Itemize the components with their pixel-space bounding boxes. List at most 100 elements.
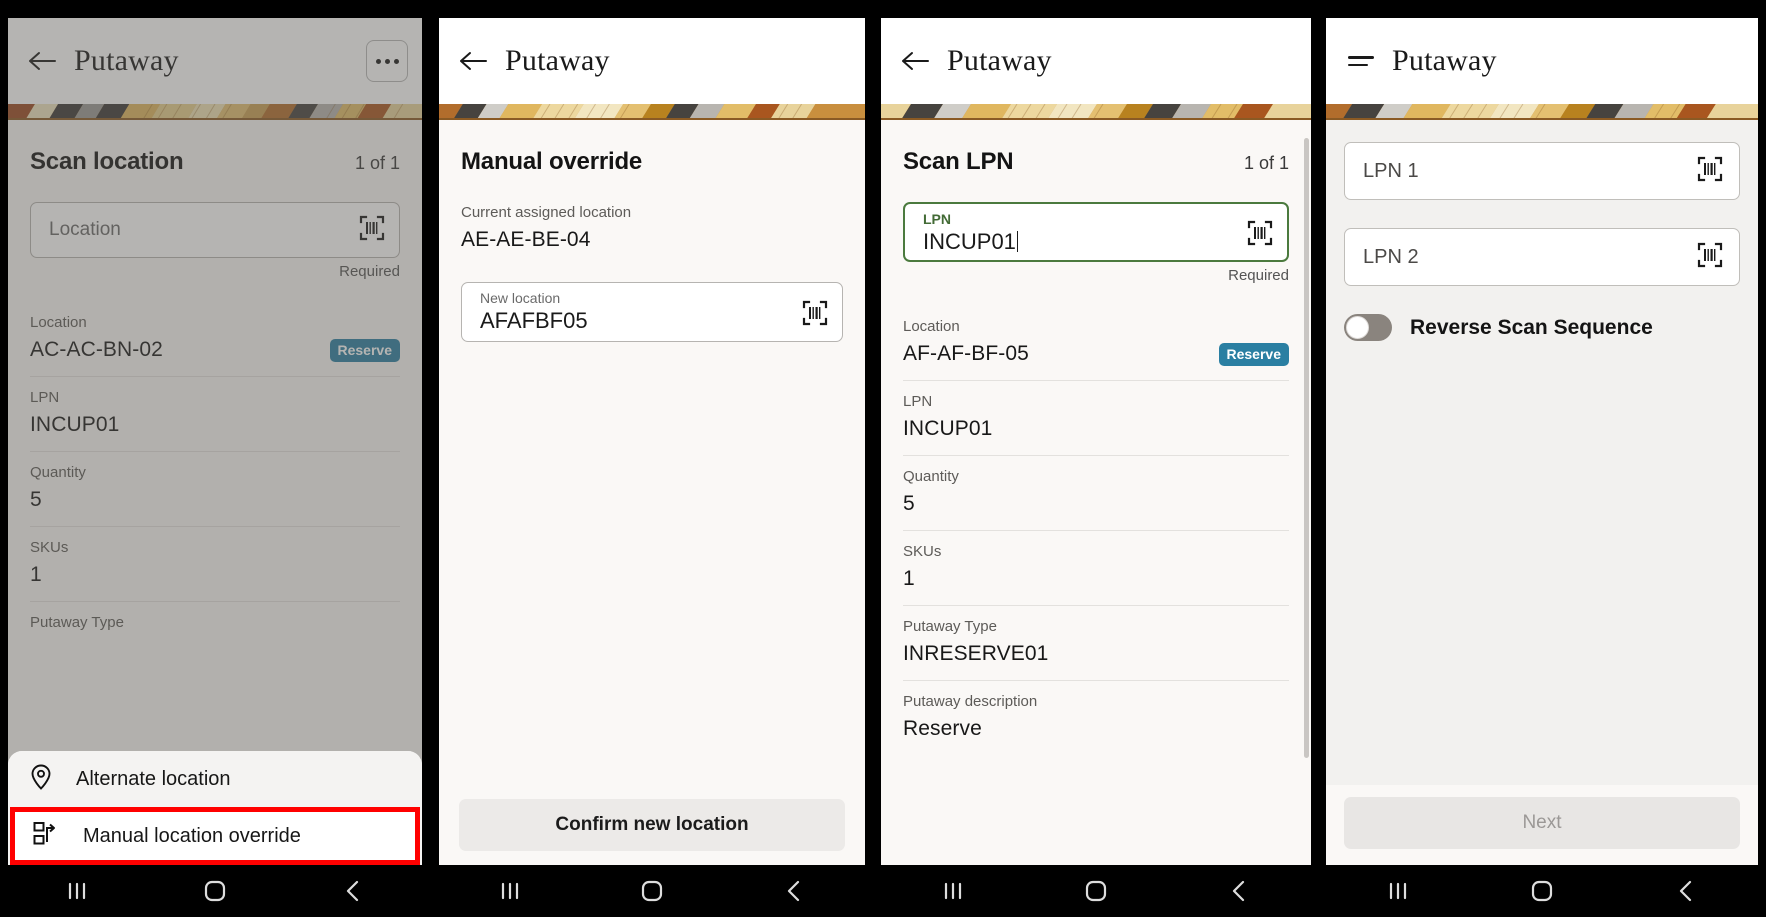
kebab-dot	[384, 58, 390, 64]
screen-override-icon	[33, 821, 59, 852]
status-badge: Reserve	[1218, 343, 1289, 366]
recents-icon[interactable]	[480, 865, 540, 917]
android-navbar	[8, 865, 422, 917]
sheet-item-manual-location-override[interactable]: Manual location override	[10, 807, 420, 865]
detail-row: SKUs 1	[30, 527, 400, 602]
phone-panel-3: Putaway Scan LPN 1 of 1 LPN INCUP01 Requ…	[874, 0, 1318, 917]
detail-label: Quantity	[903, 468, 959, 485]
barcode-scan-icon[interactable]	[1697, 242, 1723, 273]
home-icon[interactable]	[1066, 865, 1126, 917]
phone-panel-2: Putaway Manual override Current assigned…	[430, 0, 874, 917]
new-location-input-field[interactable]: New location AFAFBF05	[461, 282, 843, 342]
detail-label: SKUs	[30, 539, 69, 556]
vertical-scrollbar[interactable]	[1304, 138, 1309, 758]
overflow-menu-button[interactable]	[366, 40, 408, 82]
sheet-item-label: Manual location override	[83, 824, 301, 847]
panel1-count: 1 of 1	[354, 153, 400, 173]
android-navbar	[881, 865, 1311, 917]
barcode-scan-icon[interactable]	[802, 300, 828, 331]
home-icon[interactable]	[185, 865, 245, 917]
lpn-input-field[interactable]: LPN INCUP01	[903, 202, 1289, 262]
panel2-header-row: Manual override	[461, 120, 843, 176]
detail-value: INCUP01	[903, 417, 993, 440]
home-icon[interactable]	[1512, 865, 1572, 917]
new-location-input-value: AFAFBF05	[480, 308, 588, 333]
location-required-hint: Required	[339, 263, 400, 280]
decorative-banner	[8, 104, 422, 120]
lpn-input-body: LPN INCUP01	[923, 211, 1237, 255]
map-pin-icon	[30, 764, 52, 795]
panel3-title: Putaway	[947, 44, 1052, 77]
back-arrow-icon[interactable]	[26, 46, 60, 76]
android-navbar	[439, 865, 865, 917]
current-location-label: Current assigned location	[461, 204, 632, 221]
panel2-content: Manual override Current assigned locatio…	[439, 120, 865, 865]
panel4-title: Putaway	[1392, 44, 1497, 77]
lpn-input-label: LPN	[923, 211, 951, 227]
barcode-scan-icon[interactable]	[1697, 156, 1723, 187]
lpn-1-input-field[interactable]: LPN 1	[1344, 142, 1740, 200]
chevron-left-icon[interactable]	[764, 865, 824, 917]
hamburger-menu-icon[interactable]	[1344, 46, 1378, 76]
detail-label: SKUs	[903, 543, 942, 560]
lpn-2-input-label: LPN 2	[1363, 245, 1419, 268]
detail-row: Quantity 5	[903, 456, 1289, 531]
detail-label: Quantity	[30, 464, 86, 481]
back-arrow-icon[interactable]	[899, 46, 933, 76]
panel1-heading: Scan location	[30, 148, 184, 175]
detail-value: INRESERVE01	[903, 642, 1049, 665]
chevron-left-icon[interactable]	[323, 865, 383, 917]
panel3-heading: Scan LPN	[903, 148, 1014, 175]
toggle-knob	[1346, 316, 1369, 339]
decorative-banner	[881, 104, 1311, 120]
panel4-content: LPN 1 LPN 2 Reverse Scan Sequence	[1326, 120, 1758, 865]
home-icon[interactable]	[622, 865, 682, 917]
sheet-item-alternate-location[interactable]: Alternate location	[8, 751, 422, 808]
panel3-detail-list: Location AF-AF-BF-05 Reserve LPN INCUP01…	[903, 306, 1289, 755]
back-arrow-icon[interactable]	[457, 46, 491, 76]
new-location-input-body: New location AFAFBF05	[480, 290, 792, 334]
current-assigned-location-block: Current assigned location AE-AE-BE-04	[461, 204, 843, 252]
lpn-required-hint: Required	[1228, 267, 1289, 284]
next-button[interactable]: Next	[1344, 797, 1740, 849]
lpn-2-input-field[interactable]: LPN 2	[1344, 228, 1740, 286]
detail-row: Putaway description Reserve	[903, 681, 1289, 755]
detail-value: 5	[30, 488, 42, 511]
panel3-screen: Putaway Scan LPN 1 of 1 LPN INCUP01 Requ…	[881, 18, 1311, 917]
location-input-field[interactable]: Location	[30, 202, 400, 258]
location-input-label: Location	[49, 219, 121, 240]
lpn-input-text: INCUP01	[923, 229, 1016, 254]
detail-value: 1	[30, 563, 42, 586]
text-caret	[1016, 231, 1018, 252]
detail-label: Location	[903, 318, 960, 335]
detail-value: Reserve	[903, 717, 982, 740]
panel2-button-bar: Confirm new location	[439, 787, 865, 865]
recents-icon[interactable]	[1368, 865, 1428, 917]
detail-value: 1	[903, 567, 915, 590]
panel4-appbar: Putaway	[1326, 18, 1758, 104]
panel3-count: 1 of 1	[1243, 153, 1289, 173]
reverse-scan-sequence-row[interactable]: Reverse Scan Sequence	[1344, 314, 1740, 341]
recents-icon[interactable]	[47, 865, 107, 917]
panel4-screen: Putaway LPN 1 LPN 2 Reverse Scan Sequenc…	[1326, 18, 1758, 917]
detail-label: LPN	[903, 393, 933, 410]
detail-row: SKUs 1	[903, 531, 1289, 606]
recents-icon[interactable]	[923, 865, 983, 917]
chevron-left-icon[interactable]	[1656, 865, 1716, 917]
detail-label: Putaway Type	[903, 618, 997, 635]
phone-panel-1: Putaway Scan location 1 of 1 Location Re…	[0, 0, 430, 917]
detail-label: LPN	[30, 389, 60, 406]
panel1-appbar: Putaway	[8, 18, 422, 104]
confirm-new-location-button[interactable]: Confirm new location	[459, 799, 845, 851]
detail-row: LPN INCUP01	[903, 381, 1289, 456]
reverse-scan-sequence-toggle[interactable]	[1344, 314, 1392, 341]
barcode-scan-icon[interactable]	[1247, 220, 1273, 251]
chevron-left-icon[interactable]	[1209, 865, 1269, 917]
detail-row: LPN INCUP01	[30, 377, 400, 452]
panel2-screen: Putaway Manual override Current assigned…	[439, 18, 865, 917]
panel4-button-bar: Next	[1326, 785, 1758, 865]
barcode-scan-icon[interactable]	[359, 215, 385, 246]
kebab-dot	[393, 58, 399, 64]
status-badge: Reserve	[329, 339, 400, 362]
detail-row: Location AC-AC-BN-02 Reserve	[30, 302, 400, 377]
